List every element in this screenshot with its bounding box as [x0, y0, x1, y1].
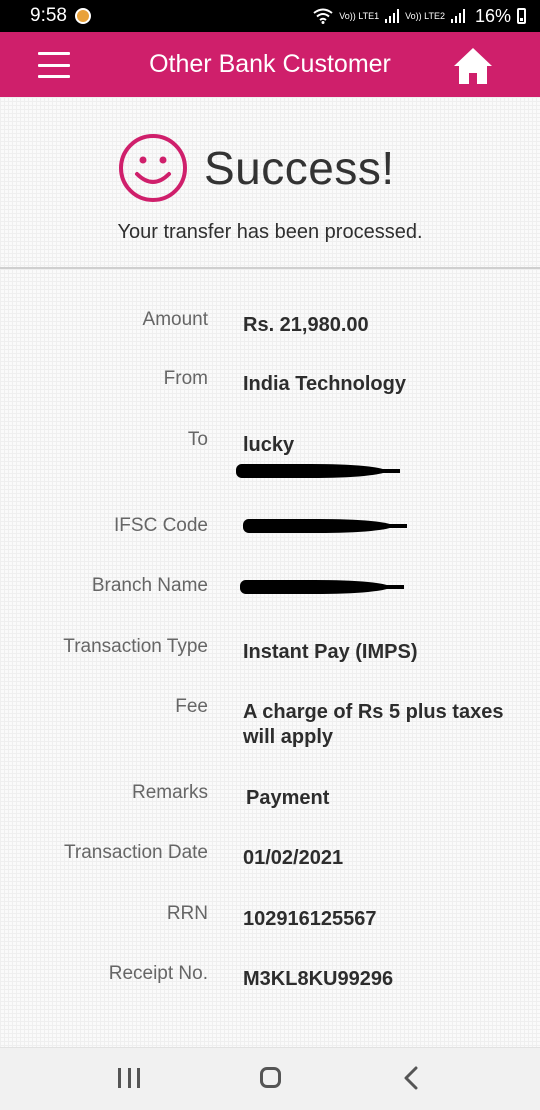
success-message: Your transfer has been processed. [117, 221, 423, 243]
detail-value: lucky [243, 434, 295, 456]
detail-value: Rs. 21,980.00 [243, 314, 369, 336]
notification-app-icon [74, 8, 91, 24]
redacted-account-number [236, 464, 400, 478]
home-circle-icon[interactable] [260, 1067, 281, 1088]
detail-value: M3KL8KU99296 [243, 968, 394, 990]
redacted-branch [240, 580, 404, 594]
signal-icon-1 [385, 9, 400, 23]
detail-label: From [163, 368, 208, 389]
status-indicators: Vo)) LTE1 Vo)) LTE2 16% [313, 6, 526, 27]
success-header: Success! [118, 133, 395, 203]
sim2-label: Vo)) LTE2 [405, 10, 445, 21]
detail-label: To [187, 429, 208, 450]
divider [0, 267, 540, 269]
detail-label: Fee [175, 696, 208, 717]
detail-label: IFSC Code [114, 515, 208, 536]
status-time: 9:58 [30, 5, 67, 26]
detail-label: Remarks [131, 782, 208, 803]
detail-label: RRN [166, 903, 208, 924]
detail-label: Transaction Type [63, 636, 208, 657]
back-chevron-icon[interactable] [403, 1066, 419, 1090]
detail-value: Instant Pay (IMPS) [243, 641, 418, 663]
success-title: Success! [204, 142, 395, 194]
detail-label: Amount [142, 309, 208, 330]
detail-value: A charge of Rs 5 plus taxes will apply [243, 701, 504, 748]
home-icon[interactable] [452, 46, 494, 86]
system-nav-bar [0, 1047, 540, 1110]
redacted-ifsc [243, 519, 407, 533]
signal-icon-2 [450, 9, 465, 23]
detail-label: Branch Name [91, 575, 208, 596]
detail-value: 102916125567 [243, 908, 377, 930]
confirmation-panel: Success! Your transfer has been processe… [0, 97, 540, 1047]
status-bar: 9:58 Vo)) LTE1 Vo)) LTE2 16% [0, 0, 540, 32]
detail-label: Transaction Date [64, 842, 208, 863]
battery-percent: 16% [474, 5, 511, 26]
detail-label: Receipt No. [108, 963, 208, 984]
detail-value: 01/02/2021 [243, 847, 344, 869]
detail-value: India Technology [243, 373, 406, 395]
battery-icon [517, 8, 526, 24]
sim1-label: Vo)) LTE1 [339, 10, 380, 21]
detail-value: Payment [246, 787, 330, 809]
smiley-icon [119, 134, 187, 202]
wifi-icon [313, 8, 333, 24]
recents-icon[interactable] [118, 1068, 140, 1088]
app-header: Other Bank Customer [0, 32, 540, 97]
